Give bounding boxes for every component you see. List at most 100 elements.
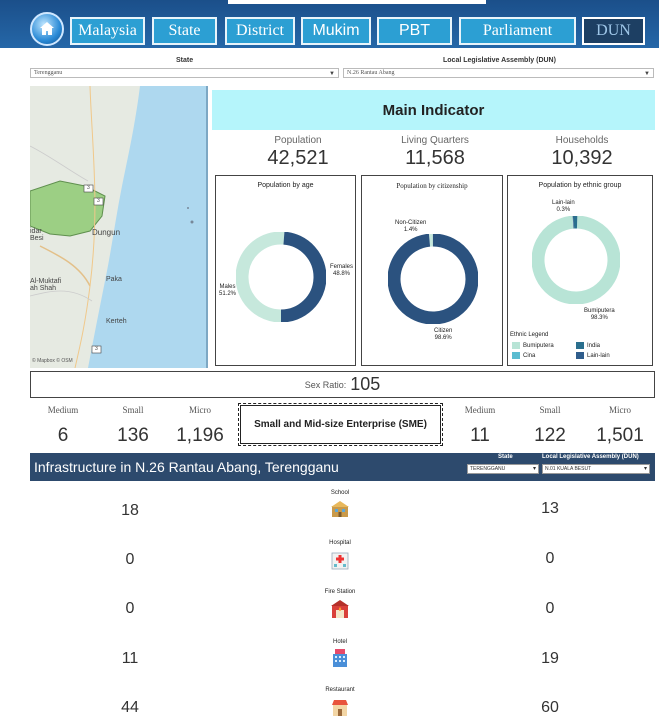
infra-name-restaurant: Restaurant	[325, 687, 355, 693]
school-icon	[330, 500, 350, 518]
chevron-down-icon: ▾	[643, 466, 647, 472]
tab-pbt[interactable]: PBT	[377, 17, 452, 45]
legend-label: Bumiputera	[523, 342, 554, 349]
label-noncitizen: Non-Citizen 1.4%	[395, 220, 426, 234]
hospital-icon	[330, 550, 350, 570]
chevron-down-icon: ▾	[532, 466, 536, 472]
map-label-al-muktafi: Al-Muktafi ah Shah	[30, 278, 62, 292]
legend-swatch	[512, 342, 520, 349]
dun-filter-label: Local Legislative Assembly (DUN)	[443, 57, 556, 64]
infra-dun-select[interactable]: N.01 KUALA BESUT ▾	[542, 464, 650, 474]
infra-right-fire-station: 0	[545, 600, 555, 617]
fire-station-icon	[330, 599, 350, 618]
infra-state-select[interactable]: TERENGGANU ▾	[467, 464, 539, 474]
kpi-population-value: 42,521	[267, 147, 329, 169]
label-males: Males 51.2%	[219, 284, 236, 298]
label-citizen-pct: 98.6%	[434, 335, 452, 341]
map-road-badge: 3	[95, 346, 98, 352]
sex-ratio-panel: Sex Ratio: 105	[30, 371, 655, 398]
state-select-value: Terengganu	[34, 70, 63, 76]
donut-slice-citizen[interactable]	[388, 234, 478, 324]
chart-title: Population by age	[257, 182, 314, 189]
map-road-badge: 3	[97, 198, 100, 204]
label-lain-lain-pct: 0.3%	[556, 207, 571, 213]
map-road-badge: 3	[87, 185, 90, 191]
hotel-icon	[330, 648, 350, 667]
kpi-living-quarters-label: Living Quarters	[401, 135, 469, 146]
restaurant-icon	[330, 697, 350, 716]
label-bumiputera: Bumiputera 98.3%	[584, 308, 615, 322]
state-select[interactable]: Terengganu ▼	[30, 68, 339, 78]
sme-title: Small and Mid-size Enterprise (SME)	[238, 403, 443, 446]
chart-population-by-ethnic-group: Population by ethnic group Lain-lain 0.3…	[507, 175, 653, 366]
infrastructure-header: Infrastructure in N.26 Rantau Abang, Ter…	[30, 453, 655, 481]
home-icon[interactable]	[30, 12, 64, 46]
map-label-dungun: Dungun	[92, 228, 121, 237]
map-label-paka: Paka	[106, 276, 122, 283]
dun-select-value: N.26 Rantau Abang	[347, 70, 395, 76]
legend-swatch	[512, 352, 520, 359]
topbar-highlight-strip	[228, 0, 486, 4]
infra-right-restaurant: 60	[541, 699, 559, 716]
map-label-besi: idar Besi	[30, 228, 44, 242]
state-filter-label: State	[176, 57, 194, 64]
label-lain-lain: Lain-lain 0.3%	[552, 200, 575, 214]
donut-ethnic	[532, 216, 620, 304]
donut-citizenship	[388, 234, 478, 324]
top-navigation-bar: Malaysia State District Mukim PBT Parlia…	[0, 0, 659, 48]
sme-left-small-label: Small	[122, 405, 144, 415]
legend-label: Lain-lain	[587, 352, 610, 359]
infra-state-label: State	[498, 454, 513, 460]
tab-district[interactable]: District	[225, 17, 295, 45]
kpi-population-label: Population	[274, 135, 322, 146]
infra-dun-label: Local Legislative Assembly (DUN)	[542, 454, 639, 460]
chart-population-by-citizenship: Population by citizenship Non-Citizen 1.…	[361, 175, 503, 366]
label-females: Females 48.8%	[330, 264, 353, 278]
sex-ratio-label: Sex Ratio:	[304, 379, 347, 390]
dun-select[interactable]: N.26 Rantau Abang ▼	[343, 68, 654, 78]
infra-left-fire-station: 0	[125, 600, 135, 617]
map-view[interactable]: 3 3 3 idar Besi Dungun Paka Al-Muktafi a…	[30, 86, 208, 368]
infra-left-hotel: 11	[121, 650, 139, 667]
donut-slice-females[interactable]	[280, 232, 326, 322]
label-females-name: Females	[330, 264, 354, 270]
donut-slice-bumiputera[interactable]	[532, 216, 620, 304]
sme-left-small-value: 136	[117, 425, 149, 446]
infra-dun-value: N.01 KUALA BESUT	[545, 466, 592, 472]
chart-population-by-age: Population by age Males 51.2% Females 48…	[215, 175, 356, 366]
infra-left-restaurant: 44	[121, 699, 139, 716]
sme-left-medium-label: Medium	[47, 405, 79, 415]
sme-right-small-value: 122	[534, 425, 566, 446]
donut-age	[236, 232, 326, 322]
tab-dun[interactable]: DUN	[582, 17, 645, 45]
map-label-kerteh: Kerteh	[106, 318, 127, 325]
label-noncitizen-name: Non-Citizen	[395, 220, 427, 226]
label-males-pct: 51.2%	[219, 291, 237, 297]
legend-label: Cina	[523, 352, 536, 359]
chart-title: Population by ethnic group	[538, 182, 622, 189]
kpi-households-label: Households	[555, 135, 609, 146]
tab-malaysia[interactable]: Malaysia	[70, 17, 145, 45]
chart-title: Population by citizenship	[396, 182, 468, 190]
infra-name-hotel: Hotel	[332, 639, 347, 645]
label-males-name: Males	[219, 284, 236, 290]
donut-slice-males[interactable]	[236, 232, 285, 322]
tab-parliament[interactable]: Parliament	[459, 17, 576, 45]
legend-item-cina: Cina	[512, 352, 535, 359]
sme-right-micro-label: Micro	[609, 405, 631, 415]
main-indicator-title: Main Indicator	[212, 90, 655, 130]
legend-item-lain-lain: Lain-lain	[576, 352, 610, 359]
infra-left-school: 18	[121, 502, 139, 519]
sex-ratio-value: 105	[350, 374, 381, 394]
ethnic-legend-title: Ethnic Legend	[510, 332, 549, 338]
tab-state[interactable]: State	[152, 17, 217, 45]
infra-right-hotel: 19	[541, 650, 559, 667]
legend-label: India	[587, 342, 601, 349]
tab-mukim[interactable]: Mukim	[301, 17, 371, 45]
label-bumiputera-name: Bumiputera	[584, 308, 615, 314]
chevron-down-icon: ▼	[644, 71, 650, 77]
kpi-living-quarters-value: 11,568	[405, 147, 465, 169]
infra-name-hospital: Hospital	[329, 540, 351, 546]
infra-name-fire-station: Fire Station	[324, 589, 356, 595]
label-females-pct: 48.8%	[333, 271, 351, 277]
